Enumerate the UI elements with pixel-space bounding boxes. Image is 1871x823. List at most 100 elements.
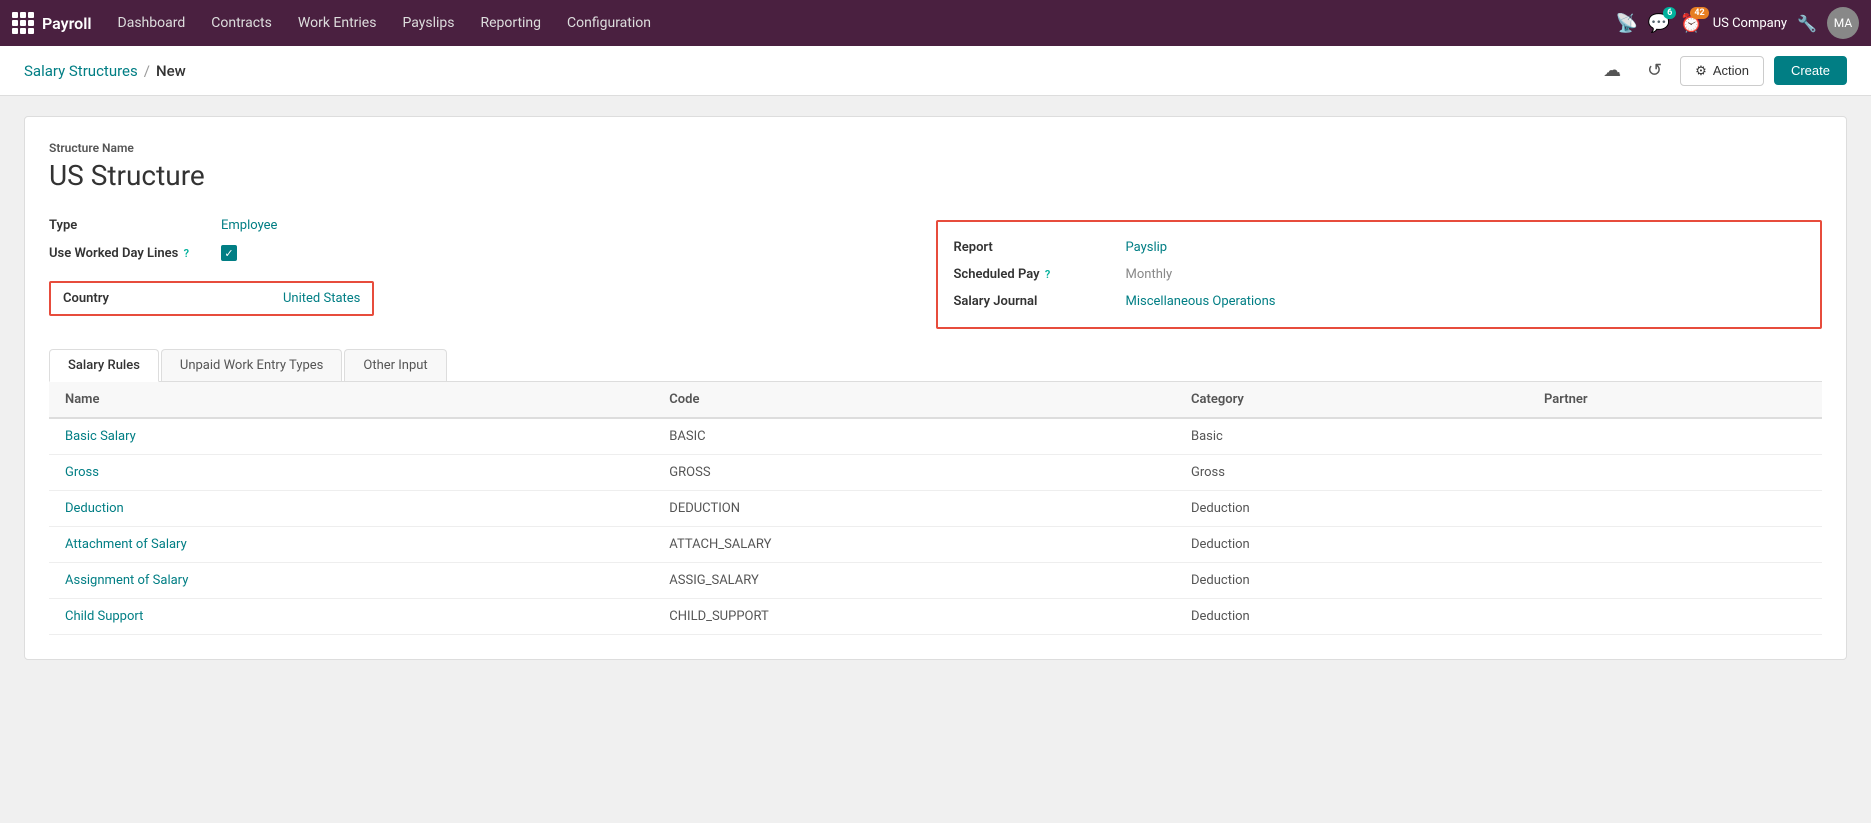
- grid-icon: [12, 12, 34, 34]
- refresh-button[interactable]: ↺: [1639, 56, 1670, 85]
- create-button[interactable]: Create: [1774, 56, 1847, 85]
- table-row[interactable]: Child SupportCHILD_SUPPORTDeduction: [49, 599, 1822, 635]
- menu-configuration[interactable]: Configuration: [555, 9, 663, 37]
- type-value[interactable]: Employee: [221, 218, 277, 233]
- cell-code[interactable]: ASSIG_SALARY: [653, 563, 1175, 599]
- country-highlight: Country United States: [49, 281, 374, 316]
- tab-salary-rules[interactable]: Salary Rules: [49, 349, 159, 382]
- cell-partner[interactable]: [1528, 563, 1822, 599]
- tabs: Salary Rules Unpaid Work Entry Types Oth…: [49, 349, 1822, 382]
- structure-name-value: US Structure: [49, 159, 1822, 192]
- cell-partner[interactable]: [1528, 491, 1822, 527]
- salary-journal-field: Salary Journal Miscellaneous Operations: [954, 288, 1805, 315]
- cell-category[interactable]: Deduction: [1175, 491, 1528, 527]
- cell-partner[interactable]: [1528, 418, 1822, 455]
- cell-name[interactable]: Basic Salary: [49, 418, 653, 455]
- cell-code[interactable]: BASIC: [653, 418, 1175, 455]
- report-label: Report: [954, 240, 1114, 255]
- breadcrumb: Salary Structures / New: [24, 62, 186, 80]
- salary-journal-value[interactable]: Miscellaneous Operations: [1126, 294, 1276, 309]
- menu-work-entries[interactable]: Work Entries: [286, 9, 389, 37]
- table-row[interactable]: DeductionDEDUCTIONDeduction: [49, 491, 1822, 527]
- col-category: Category: [1175, 382, 1528, 418]
- user-initials: MA: [1834, 16, 1852, 30]
- right-info-box: Report Payslip Scheduled Pay ? Monthly S…: [936, 220, 1823, 329]
- action-label: Action: [1713, 63, 1749, 78]
- report-field: Report Payslip: [954, 234, 1805, 261]
- report-value[interactable]: Payslip: [1126, 240, 1168, 255]
- cell-category[interactable]: Basic: [1175, 418, 1528, 455]
- app-name: Payroll: [42, 14, 92, 33]
- cell-category[interactable]: Deduction: [1175, 599, 1528, 635]
- settings-icon[interactable]: 🔧: [1797, 14, 1817, 33]
- cell-partner[interactable]: [1528, 527, 1822, 563]
- use-worked-day-field: Use Worked Day Lines ? ✓: [49, 239, 936, 267]
- country-label: Country: [63, 291, 223, 306]
- salary-journal-label: Salary Journal: [954, 294, 1114, 309]
- scheduled-pay-label: Scheduled Pay ?: [954, 267, 1114, 282]
- chat-icon[interactable]: 💬 6: [1648, 13, 1670, 34]
- upload-button[interactable]: ☁: [1595, 56, 1629, 85]
- breadcrumb-separator: /: [144, 62, 150, 80]
- scheduled-pay-help[interactable]: ?: [1045, 268, 1050, 281]
- table-row[interactable]: Basic SalaryBASICBasic: [49, 418, 1822, 455]
- table-row[interactable]: Attachment of SalaryATTACH_SALARYDeducti…: [49, 527, 1822, 563]
- tab-other-input[interactable]: Other Input: [344, 349, 446, 381]
- top-menu: Dashboard Contracts Work Entries Payslip…: [106, 9, 1610, 37]
- breadcrumb-parent[interactable]: Salary Structures: [24, 62, 138, 80]
- chat-badge: 6: [1663, 7, 1676, 19]
- menu-reporting[interactable]: Reporting: [468, 9, 553, 37]
- scheduled-pay-field: Scheduled Pay ? Monthly: [954, 261, 1805, 288]
- cell-partner[interactable]: [1528, 455, 1822, 491]
- salary-rules-table: Name Code Category Partner Basic SalaryB…: [49, 382, 1822, 635]
- cell-name[interactable]: Deduction: [49, 491, 653, 527]
- cell-name[interactable]: Gross: [49, 455, 653, 491]
- tab-unpaid-work-entry[interactable]: Unpaid Work Entry Types: [161, 349, 342, 381]
- activity-icon[interactable]: ⏰ 42: [1680, 13, 1702, 34]
- menu-payslips[interactable]: Payslips: [390, 9, 466, 37]
- table-row[interactable]: GrossGROSSGross: [49, 455, 1822, 491]
- cell-name[interactable]: Attachment of Salary: [49, 527, 653, 563]
- menu-dashboard[interactable]: Dashboard: [106, 9, 198, 37]
- main-content: Structure Name US Structure Type Employe…: [0, 96, 1871, 823]
- col-code: Code: [653, 382, 1175, 418]
- structure-name-field: Structure Name US Structure: [49, 141, 1822, 192]
- app-logo[interactable]: Payroll: [12, 12, 92, 34]
- type-field: Type Employee: [49, 212, 936, 239]
- cell-code[interactable]: GROSS: [653, 455, 1175, 491]
- col-partner: Partner: [1528, 382, 1822, 418]
- menu-contracts[interactable]: Contracts: [199, 9, 284, 37]
- table-body: Basic SalaryBASICBasicGrossGROSSGrossDed…: [49, 418, 1822, 635]
- company-name[interactable]: US Company: [1713, 16, 1787, 31]
- form-left: Type Employee Use Worked Day Lines ? ✓ C…: [49, 212, 936, 329]
- cell-category[interactable]: Deduction: [1175, 563, 1528, 599]
- table-row[interactable]: Assignment of SalaryASSIG_SALARYDeductio…: [49, 563, 1822, 599]
- support-icon[interactable]: 📡: [1615, 13, 1637, 34]
- use-worked-day-checkbox[interactable]: ✓: [221, 245, 237, 261]
- cell-partner[interactable]: [1528, 599, 1822, 635]
- table-header: Name Code Category Partner: [49, 382, 1822, 418]
- structure-name-label: Structure Name: [49, 141, 1822, 155]
- breadcrumb-bar: Salary Structures / New ☁ ↺ ⚙ Action Cre…: [0, 46, 1871, 96]
- help-icon[interactable]: ?: [184, 247, 189, 260]
- breadcrumb-current: New: [156, 62, 186, 80]
- form-fields: Type Employee Use Worked Day Lines ? ✓ C…: [49, 212, 1822, 329]
- cell-code[interactable]: DEDUCTION: [653, 491, 1175, 527]
- country-field: Country United States: [49, 275, 936, 322]
- form-right: Report Payslip Scheduled Pay ? Monthly S…: [936, 212, 1823, 329]
- cell-category[interactable]: Gross: [1175, 455, 1528, 491]
- cell-category[interactable]: Deduction: [1175, 527, 1528, 563]
- cell-code[interactable]: CHILD_SUPPORT: [653, 599, 1175, 635]
- action-button[interactable]: ⚙ Action: [1680, 56, 1764, 86]
- cell-name[interactable]: Child Support: [49, 599, 653, 635]
- scheduled-pay-value[interactable]: Monthly: [1126, 267, 1173, 282]
- type-label: Type: [49, 218, 209, 233]
- breadcrumb-actions: ☁ ↺ ⚙ Action Create: [1595, 56, 1847, 86]
- cell-code[interactable]: ATTACH_SALARY: [653, 527, 1175, 563]
- use-worked-day-label: Use Worked Day Lines ?: [49, 246, 209, 261]
- cell-name[interactable]: Assignment of Salary: [49, 563, 653, 599]
- top-navigation: Payroll Dashboard Contracts Work Entries…: [0, 0, 1871, 46]
- user-avatar[interactable]: MA: [1827, 7, 1859, 39]
- form-card: Structure Name US Structure Type Employe…: [24, 116, 1847, 660]
- country-value[interactable]: United States: [283, 291, 360, 306]
